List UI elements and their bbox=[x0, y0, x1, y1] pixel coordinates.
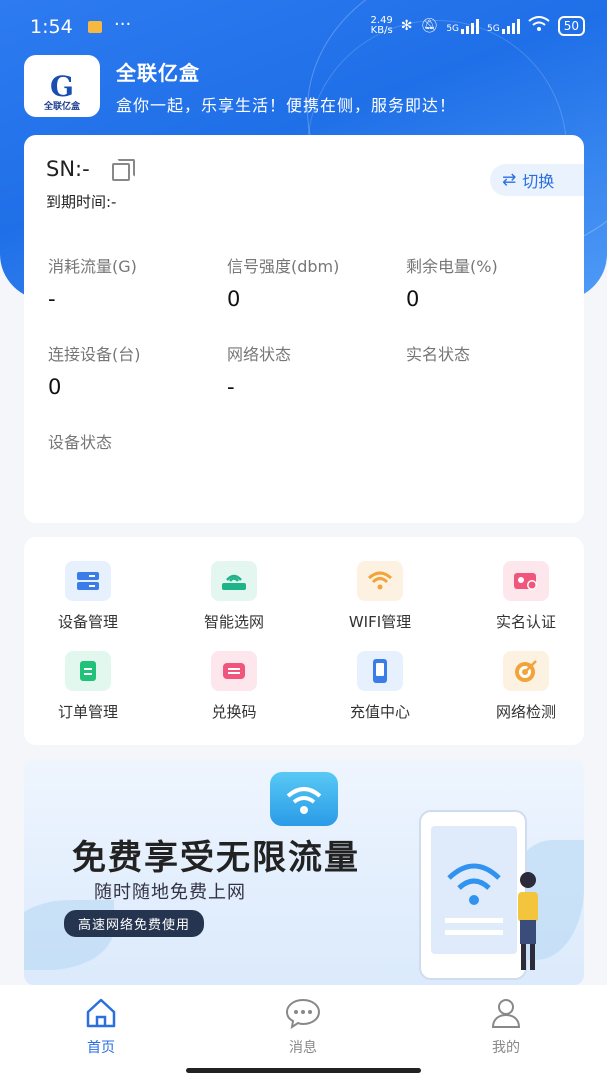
tab-profile[interactable]: 我的 bbox=[466, 997, 546, 1057]
menu-recharge-center[interactable]: 充值中心 bbox=[320, 651, 440, 722]
battery-icon: 50 bbox=[557, 16, 585, 36]
phone-illustration bbox=[419, 810, 527, 980]
stat-signal: 信号强度(dbm) 0 bbox=[227, 257, 340, 311]
menu-realname-auth[interactable]: 实名认证 bbox=[466, 561, 586, 632]
expire-time: 到期时间:- bbox=[46, 193, 117, 211]
copy-icon[interactable] bbox=[111, 159, 135, 181]
swap-icon: ⇄ bbox=[502, 170, 517, 190]
stat-realname-status: 实名状态 bbox=[406, 345, 471, 364]
app-slogan: 盒你一起，乐享生活！便携在侧，服务即达！ bbox=[116, 95, 457, 115]
status-bar: 1:54 ··· 2.49 KB/s ✻ 🔕︎ 5G 5G 50 bbox=[0, 0, 607, 56]
message-icon bbox=[88, 21, 102, 33]
home-indicator[interactable] bbox=[186, 1068, 421, 1073]
chat-icon bbox=[263, 997, 343, 1029]
more-notifications-icon: ··· bbox=[114, 14, 132, 35]
recharge-icon bbox=[357, 651, 403, 691]
user-icon bbox=[466, 997, 546, 1029]
menu-order-manage[interactable]: 订单管理 bbox=[28, 651, 148, 722]
device-info-card: SN:- 到期时间:- ⇄ 切换 消耗流量(G) - 信号强度(dbm) 0 剩… bbox=[24, 135, 584, 523]
device-manage-icon bbox=[65, 561, 111, 601]
banner-tag: 高速网络免费使用 bbox=[64, 910, 205, 937]
banner-subtitle: 随时随地免费上网 bbox=[94, 882, 246, 903]
stat-network-status: 网络状态 - bbox=[227, 345, 292, 399]
wifi-icon bbox=[357, 561, 403, 601]
menu-smart-network[interactable]: 智能选网 bbox=[174, 561, 294, 632]
wifi-app-icon bbox=[270, 772, 338, 826]
menu-wifi-manage[interactable]: WIFI管理 bbox=[320, 561, 440, 632]
stat-battery: 剩余电量(%) 0 bbox=[406, 257, 498, 311]
order-icon bbox=[65, 651, 111, 691]
menu-device-manage[interactable]: 设备管理 bbox=[28, 561, 148, 632]
app-header: G 全联亿盒 全联亿盒 盒你一起，乐享生活！便携在侧，服务即达！ bbox=[24, 55, 456, 117]
switch-device-button[interactable]: ⇄ 切换 bbox=[490, 164, 584, 196]
promo-banner[interactable]: 免费享受无限流量 随时随地免费上网 高速网络免费使用 bbox=[24, 760, 584, 985]
signal-icon-2: 5G bbox=[487, 18, 520, 34]
signal-icon: 5G bbox=[446, 18, 480, 34]
stat-connected-devices: 连接设备(台) 0 bbox=[48, 345, 141, 399]
redeem-icon bbox=[211, 651, 257, 691]
id-card-icon bbox=[503, 561, 549, 601]
mute-icon: 🔕︎ bbox=[420, 18, 439, 34]
stat-data-usage: 消耗流量(G) - bbox=[48, 257, 137, 311]
bottom-tab-bar: 首页 消息 我的 bbox=[0, 985, 607, 1080]
app-logo: G 全联亿盒 bbox=[24, 55, 100, 117]
home-icon bbox=[61, 997, 141, 1029]
bluetooth-icon: ✻ bbox=[400, 18, 413, 34]
person-illustration bbox=[512, 870, 542, 970]
network-check-icon bbox=[503, 651, 549, 691]
banner-headline: 免费享受无限流量 bbox=[72, 838, 360, 878]
device-sn: SN:- bbox=[46, 157, 90, 181]
status-time: 1:54 bbox=[30, 16, 73, 38]
tab-home[interactable]: 首页 bbox=[61, 997, 141, 1057]
router-icon bbox=[211, 561, 257, 601]
app-title: 全联亿盒 bbox=[116, 60, 200, 85]
wifi-status-icon bbox=[528, 16, 550, 36]
menu-redeem-code[interactable]: 兑换码 bbox=[174, 651, 294, 722]
tab-messages[interactable]: 消息 bbox=[263, 997, 343, 1057]
stat-device-status: 设备状态 bbox=[48, 433, 113, 452]
function-menu: 设备管理 智能选网 WIFI管理 实名认证 订单管理 兑换码 充值中心 网络检测 bbox=[24, 537, 584, 745]
menu-network-check[interactable]: 网络检测 bbox=[466, 651, 586, 722]
network-speed: 2.49 KB/s bbox=[370, 15, 393, 36]
